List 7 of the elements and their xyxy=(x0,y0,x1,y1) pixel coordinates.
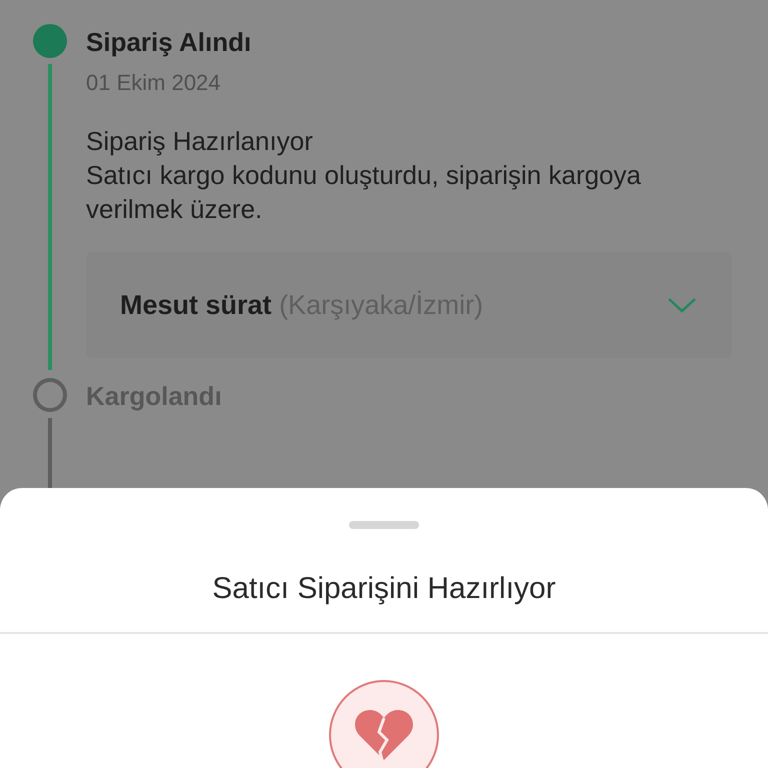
step-status: Sipariş Hazırlanıyor xyxy=(86,125,314,158)
step-title: Sipariş Alındı xyxy=(86,26,252,59)
step-date: 01 Ekim 2024 xyxy=(86,70,222,96)
sheet-title: Satıcı Siparişini Hazırlıyor xyxy=(212,571,556,607)
drag-handle[interactable] xyxy=(349,521,419,529)
step-description: Satıcı kargo kodunu oluşturdu, siparişin kargoya verilmek üzere. xyxy=(86,159,642,226)
broken-heart-icon xyxy=(354,708,414,762)
